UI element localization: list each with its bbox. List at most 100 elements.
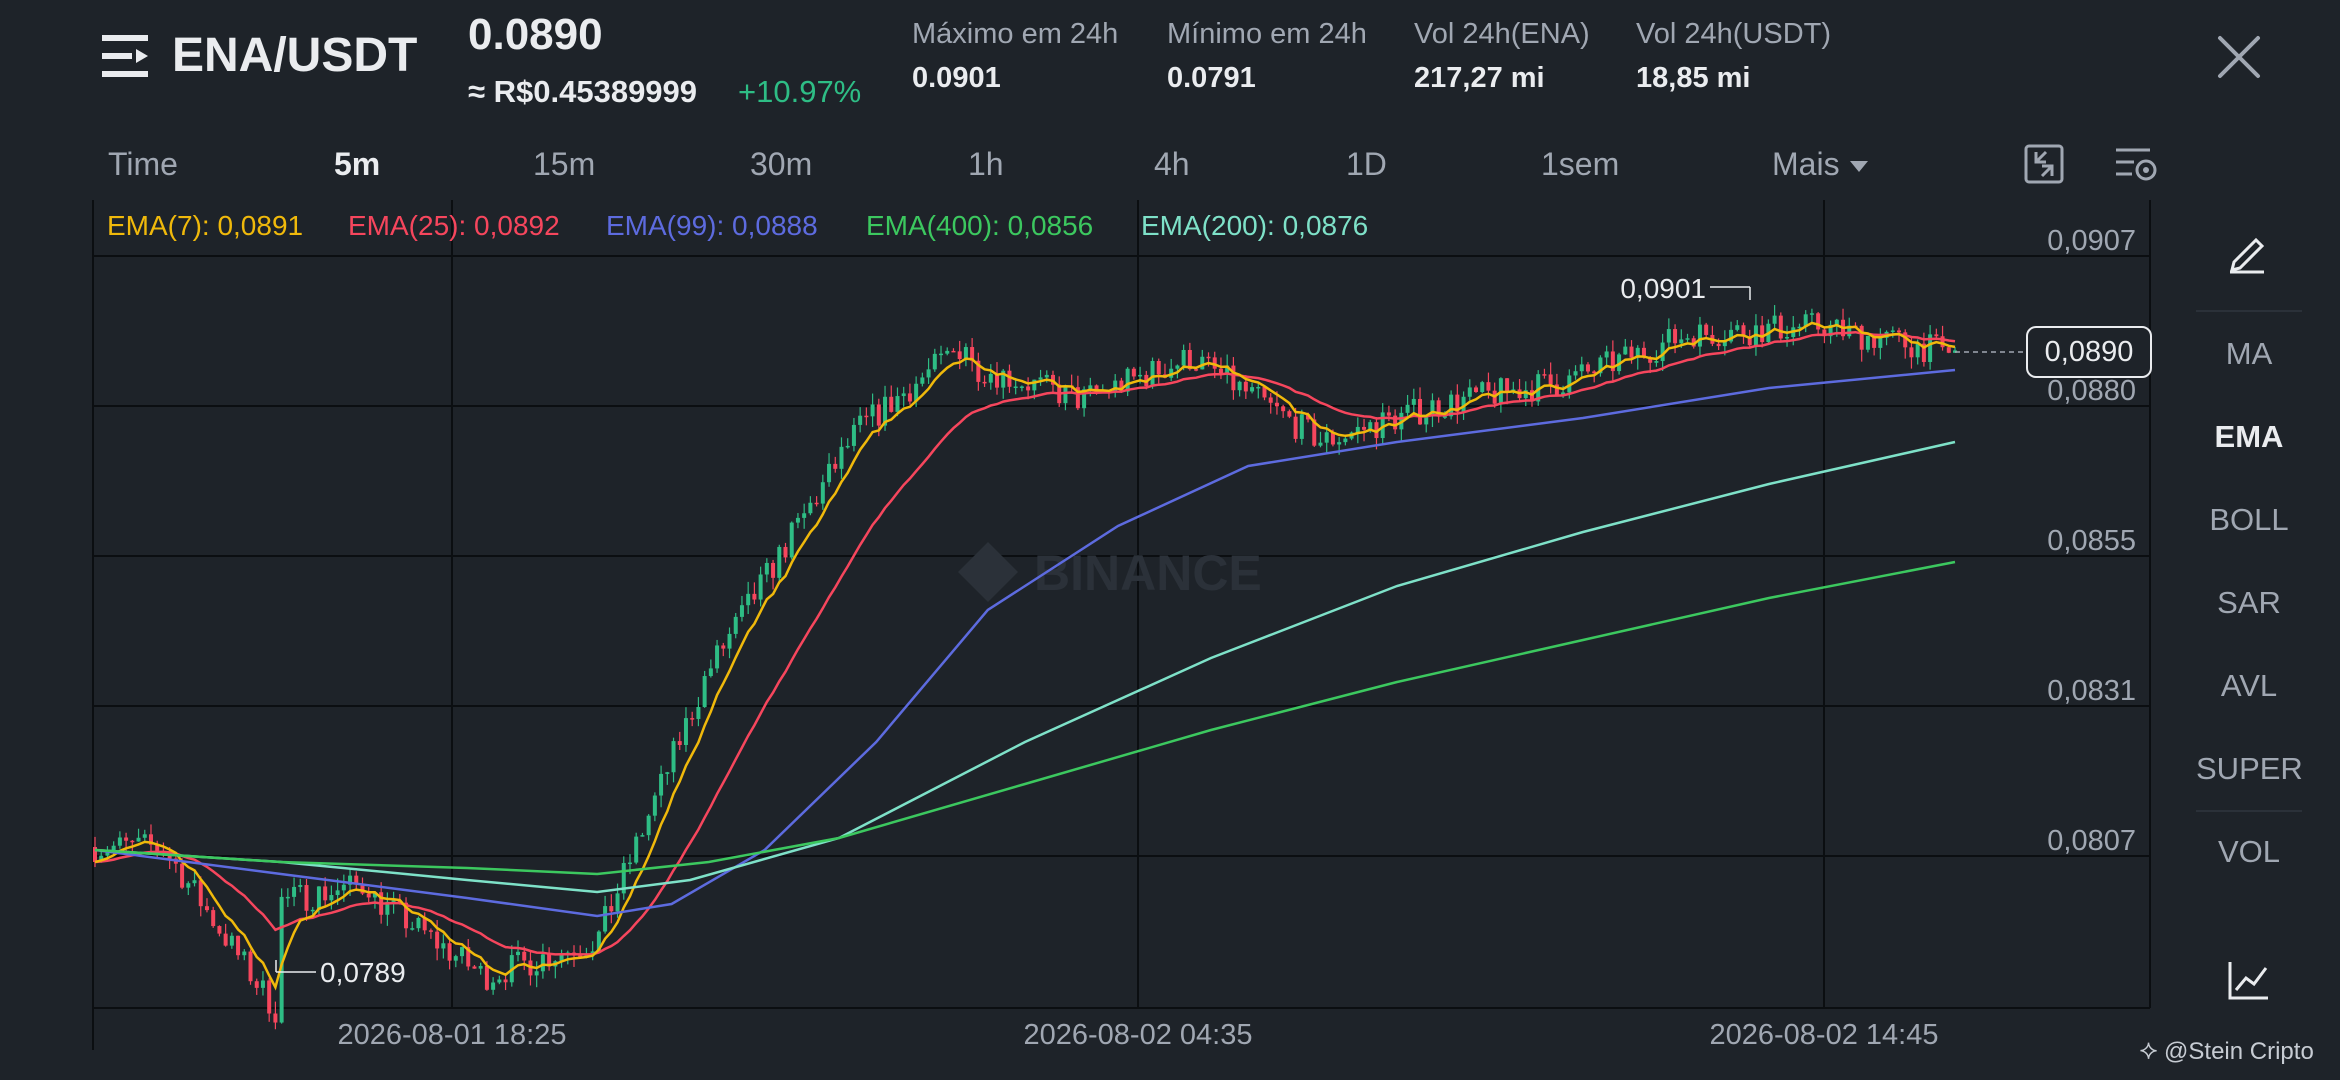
candle-body (1940, 336, 1945, 348)
tab-time[interactable]: Time (108, 146, 178, 183)
candle-body (640, 835, 645, 837)
candle-body (1505, 378, 1510, 393)
stat-vol-base-label: Vol 24h(ENA) (1414, 18, 1590, 50)
tab-5m[interactable]: 5m (334, 146, 380, 183)
candle-body (198, 880, 203, 907)
candle-body (733, 616, 738, 634)
candle-body (876, 404, 881, 426)
indicator-vol[interactable]: VOL (2196, 834, 2302, 870)
candle (1430, 393, 1435, 428)
tab-1h[interactable]: 1h (968, 146, 1004, 183)
candle-body (708, 668, 713, 677)
indicator-avl[interactable]: AVL (2196, 668, 2302, 704)
candle (1480, 380, 1485, 394)
candle (1125, 367, 1130, 397)
candle (1150, 357, 1155, 389)
candle-body (1666, 329, 1671, 343)
fullscreen-exit-icon[interactable] (2024, 144, 2064, 184)
candle-body (441, 943, 446, 949)
candle (665, 771, 670, 785)
candle-body (771, 562, 776, 578)
stat-high-label: Máximo em 24h (912, 18, 1119, 50)
candle (1038, 369, 1043, 386)
indicator-ema[interactable]: EMA (2196, 419, 2302, 455)
candle (1026, 377, 1031, 400)
candle-body (1386, 412, 1391, 416)
candle-body (491, 982, 496, 990)
tab-more[interactable]: Mais (1772, 146, 1868, 183)
indicator-ma[interactable]: MA (2196, 336, 2302, 372)
candle-body (1865, 335, 1870, 350)
pair-title[interactable]: ENA/USDT (172, 28, 417, 83)
candle (267, 978, 272, 1022)
candle-body (1654, 361, 1659, 363)
candle (733, 613, 738, 639)
candle (1474, 385, 1479, 393)
indicator-sar[interactable]: SAR (2196, 585, 2302, 621)
candle (1741, 322, 1746, 344)
y-axis-labels: 0,0907 0,0880 0,0855 0,0831 0,0807 (2047, 225, 2136, 857)
candle (229, 932, 234, 949)
candle (478, 962, 483, 975)
candle-body (1318, 442, 1323, 446)
candle (870, 393, 875, 427)
indicator-boll[interactable]: BOLL (2196, 502, 2302, 538)
stat-vol-quote-label: Vol 24h(USDT) (1636, 18, 1832, 50)
close-icon[interactable] (2216, 34, 2262, 80)
candle (690, 711, 695, 727)
ema-legend-item: EMA(25): 0,0892 (348, 210, 560, 241)
tab-1d[interactable]: 1D (1346, 146, 1387, 183)
candle-body (1542, 374, 1547, 376)
candle-body (758, 574, 763, 600)
line-chart-icon[interactable] (2226, 958, 2270, 1002)
ema-legend-item: EMA(7): 0,0891 (107, 210, 303, 241)
tab-15m[interactable]: 15m (533, 146, 595, 183)
candle (771, 559, 776, 590)
candle-body (1716, 343, 1721, 347)
candle (410, 921, 415, 931)
candle (404, 897, 409, 938)
candle (783, 542, 788, 563)
price-chart[interactable]: BINANCE 0,0907 0,0880 0,0855 0,0831 0,0807 2… (0, 190, 2180, 1060)
x-axis-labels: 2026-08-01 18:25 2026-08-02 04:35 2026-08-… (338, 1019, 1939, 1051)
tab-1sem[interactable]: 1sem (1541, 146, 1619, 183)
candle (1872, 335, 1877, 356)
indicator-super[interactable]: SUPER (2196, 751, 2303, 787)
candle-body (1125, 368, 1130, 392)
chart-settings-icon[interactable] (2114, 146, 2160, 184)
candle (1218, 357, 1223, 380)
candle-body (963, 347, 968, 360)
candle-body (833, 463, 838, 469)
candle (1343, 436, 1348, 446)
candle-body (789, 522, 794, 558)
high-label: 0,0901 (1620, 273, 1706, 304)
candle-body (920, 377, 925, 384)
candle-body (1934, 334, 1939, 337)
candle (814, 496, 819, 507)
candle (571, 945, 576, 967)
candle-body (1038, 377, 1043, 380)
candle-body (1579, 364, 1584, 372)
x-tick-label: 2026-08-02 14:45 (1710, 1019, 1939, 1051)
candle (1287, 409, 1292, 419)
candle-body (659, 773, 664, 796)
candle-body (1629, 346, 1634, 358)
candle-body (864, 415, 869, 418)
candle (995, 362, 1000, 395)
menu-lines-icon[interactable] (102, 33, 150, 79)
ema7-line (94, 321, 1956, 991)
y-tick-label: 0,0855 (2047, 525, 2136, 557)
candle (279, 888, 284, 1024)
candle (565, 950, 570, 965)
watermark-text: BINANCE (1034, 545, 1262, 601)
tab-4h[interactable]: 4h (1154, 146, 1190, 183)
candle (509, 945, 514, 987)
candle-body (1019, 386, 1024, 388)
candle (1673, 324, 1678, 354)
candle (516, 940, 521, 962)
pencil-icon[interactable] (2226, 232, 2268, 274)
candle (659, 765, 664, 808)
candle (1579, 356, 1584, 377)
candle-body (926, 369, 931, 378)
tab-30m[interactable]: 30m (750, 146, 812, 183)
